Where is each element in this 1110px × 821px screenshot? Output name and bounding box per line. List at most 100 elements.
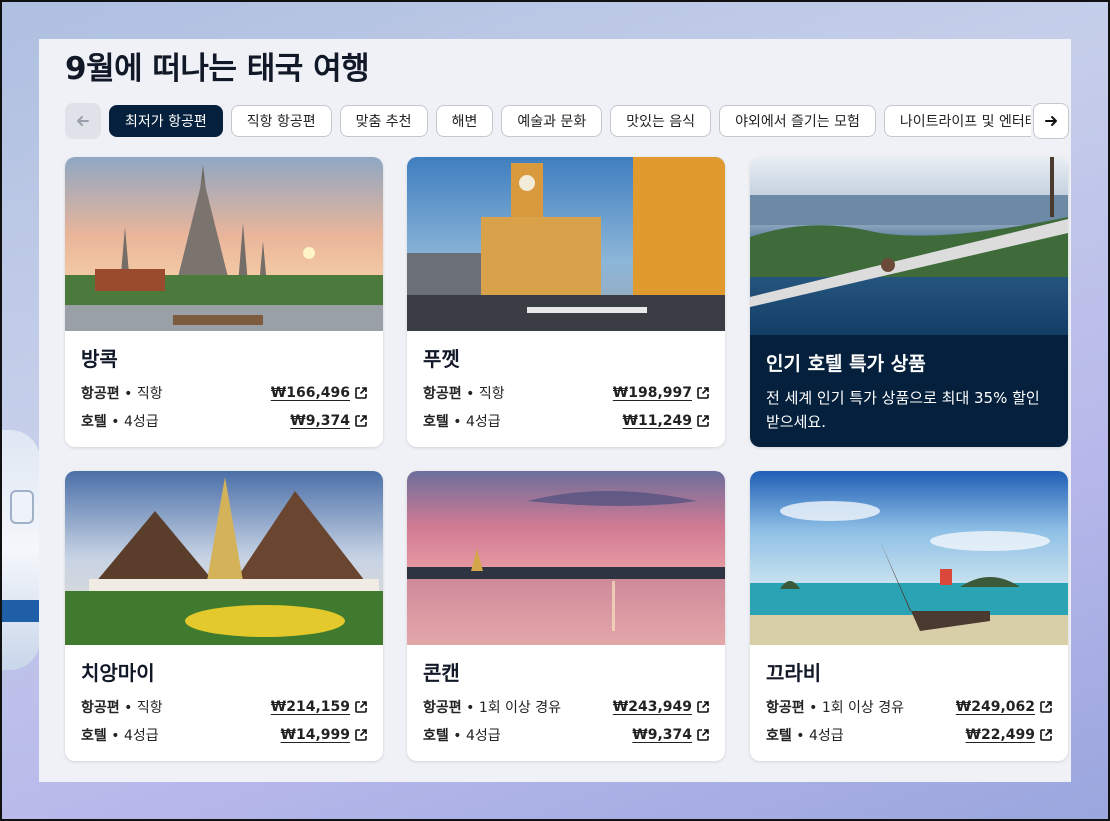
tab-beach[interactable]: 해변 <box>435 105 494 137</box>
arrow-right-icon <box>1045 116 1057 126</box>
hotel-price: ₩9,374 <box>632 727 692 743</box>
hotel-row: 호텔 • 4성급 ₩22,499 <box>766 721 1052 749</box>
hotel-detail: 4성급 <box>465 414 501 430</box>
category-tabs: 최저가 항공편 직항 항공편 맞춤 추천 해변 예술과 문화 맛있는 음식 야외에서 즐기는… <box>65 103 1069 139</box>
hotel-price-link[interactable]: ₩22,499 <box>966 727 1052 743</box>
flight-detail: 직항 <box>136 386 163 402</box>
external-link-icon <box>697 387 709 399</box>
bangkok-photo <box>65 157 383 331</box>
external-link-icon <box>697 701 709 713</box>
airplane-window <box>10 490 34 524</box>
hotel-price-link[interactable]: ₩11,249 <box>623 413 709 429</box>
pool-photo <box>750 157 1068 335</box>
flight-label: 항공편 <box>423 700 462 716</box>
destination-card-khon-kaen[interactable]: 콘캔 항공편 • 1회 이상 경유 ₩243,949 호텔 • 4성급 ₩9,3… <box>407 471 725 761</box>
flight-row: 항공편 • 1회 이상 경유 ₩243,949 <box>423 693 709 721</box>
external-link-icon <box>697 415 709 427</box>
card-info: 푸껫 항공편 • 직항 ₩198,997 호텔 • 4성급 ₩11,249 <box>423 343 709 435</box>
flight-row: 항공편 • 1회 이상 경유 ₩249,062 <box>766 693 1052 721</box>
promo-title: 인기 호텔 특가 상품 <box>766 353 926 375</box>
hotel-detail: 4성급 <box>123 414 159 430</box>
tab-nightlife[interactable]: 나이트라이프 및 엔터테인먼트 <box>883 105 1031 137</box>
hotel-price: ₩9,374 <box>290 413 350 429</box>
promo-card-hotel-deals[interactable]: 인기 호텔 특가 상품 전 세계 인기 특가 상품으로 최대 35% 할인받으세… <box>750 157 1068 447</box>
card-info: 치앙마이 항공편 • 직항 ₩214,159 호텔 • 4성급 ₩14,999 <box>81 657 367 749</box>
tab-recommended[interactable]: 맞춤 추천 <box>339 105 428 137</box>
flight-row: 항공편 • 직항 ₩214,159 <box>81 693 367 721</box>
destination-card-bangkok[interactable]: 방콕 항공편 • 직항 ₩166,496 호텔 • 4성급 ₩9,374 <box>65 157 383 447</box>
tabs-next-button[interactable] <box>1033 103 1069 139</box>
hotel-label: 호텔 <box>81 728 107 744</box>
hotel-label: 호텔 <box>81 414 107 430</box>
flight-price-link[interactable]: ₩249,062 <box>956 699 1052 715</box>
destinations-panel: 9월에 떠나는 태국 여행 최저가 항공편 직항 항공편 맞춤 추천 해변 예술과 문화… <box>39 39 1071 782</box>
hotel-price-link[interactable]: ₩9,374 <box>290 413 367 429</box>
tab-outdoor[interactable]: 야외에서 즐기는 모험 <box>719 105 876 137</box>
airplane-background <box>0 430 40 670</box>
tab-arts-culture[interactable]: 예술과 문화 <box>501 105 603 137</box>
khon-kaen-photo <box>407 471 725 645</box>
hotel-label: 호텔 <box>423 414 449 430</box>
city-name: 치앙마이 <box>81 661 155 685</box>
hotel-detail: 4성급 <box>465 728 501 744</box>
flight-label: 항공편 <box>423 386 462 402</box>
external-link-icon <box>355 701 367 713</box>
tabs-prev-button[interactable] <box>65 103 101 139</box>
external-link-icon <box>1040 701 1052 713</box>
arrow-left-icon <box>77 116 89 126</box>
flight-price-link[interactable]: ₩243,949 <box>613 699 709 715</box>
tab-cheapest-flights[interactable]: 최저가 항공편 <box>109 105 223 137</box>
city-name: 콘캔 <box>423 661 460 685</box>
phuket-photo <box>407 157 725 331</box>
flight-label: 항공편 <box>81 700 120 716</box>
airplane-stripe <box>0 600 40 622</box>
krabi-photo <box>750 471 1068 645</box>
tab-direct-flights[interactable]: 직항 항공편 <box>230 105 332 137</box>
card-info: 끄라비 항공편 • 1회 이상 경유 ₩249,062 호텔 • 4성급 ₩22… <box>766 657 1052 749</box>
flight-row: 항공편 • 직항 ₩166,496 <box>81 379 367 407</box>
page-title: 9월에 떠나는 태국 여행 <box>65 51 370 87</box>
hotel-row: 호텔 • 4성급 ₩9,374 <box>423 721 709 749</box>
flight-price-link[interactable]: ₩166,496 <box>271 385 367 401</box>
destination-card-chiang-mai[interactable]: 치앙마이 항공편 • 직항 ₩214,159 호텔 • 4성급 ₩14,999 <box>65 471 383 761</box>
destination-card-phuket[interactable]: 푸껫 항공편 • 직항 ₩198,997 호텔 • 4성급 ₩11,249 <box>407 157 725 447</box>
card-info: 방콕 항공편 • 직항 ₩166,496 호텔 • 4성급 ₩9,374 <box>81 343 367 435</box>
flight-price: ₩166,496 <box>270 385 350 401</box>
flight-price-link[interactable]: ₩214,159 <box>271 699 367 715</box>
tab-food[interactable]: 맛있는 음식 <box>610 105 712 137</box>
city-name: 방콕 <box>81 347 118 371</box>
hotel-label: 호텔 <box>766 728 792 744</box>
external-link-icon <box>697 729 709 741</box>
flight-price: ₩243,949 <box>612 699 692 715</box>
flight-price: ₩198,997 <box>612 385 692 401</box>
flight-row: 항공편 • 직항 ₩198,997 <box>423 379 709 407</box>
flight-label: 항공편 <box>766 700 805 716</box>
hotel-price: ₩22,499 <box>965 727 1035 743</box>
hotel-price: ₩11,249 <box>622 413 692 429</box>
external-link-icon <box>1040 729 1052 741</box>
city-name: 끄라비 <box>766 661 822 685</box>
flight-label: 항공편 <box>81 386 120 402</box>
hotel-detail: 4성급 <box>123 728 159 744</box>
hotel-price-link[interactable]: ₩14,999 <box>281 727 367 743</box>
hotel-price: ₩14,999 <box>280 727 350 743</box>
flight-price-link[interactable]: ₩198,997 <box>613 385 709 401</box>
tabs-track: 최저가 항공편 직항 항공편 맞춤 추천 해변 예술과 문화 맛있는 음식 야외에서 즐기는… <box>109 105 1031 137</box>
hotel-label: 호텔 <box>423 728 449 744</box>
flight-detail: 1회 이상 경유 <box>821 700 905 716</box>
hotel-row: 호텔 • 4성급 ₩11,249 <box>423 407 709 435</box>
external-link-icon <box>355 387 367 399</box>
hotel-row: 호텔 • 4성급 ₩9,374 <box>81 407 367 435</box>
hotel-price-link[interactable]: ₩9,374 <box>632 727 709 743</box>
promo-body: 인기 호텔 특가 상품 전 세계 인기 특가 상품으로 최대 35% 할인받으세… <box>750 335 1068 447</box>
flight-detail: 1회 이상 경유 <box>478 700 562 716</box>
flight-detail: 직항 <box>478 386 505 402</box>
card-info: 콘캔 항공편 • 1회 이상 경유 ₩243,949 호텔 • 4성급 ₩9,3… <box>423 657 709 749</box>
city-name: 푸껫 <box>423 347 460 371</box>
destination-card-krabi[interactable]: 끄라비 항공편 • 1회 이상 경유 ₩249,062 호텔 • 4성급 ₩22… <box>750 471 1068 761</box>
flight-price: ₩249,062 <box>955 699 1035 715</box>
flight-detail: 직항 <box>136 700 163 716</box>
hotel-detail: 4성급 <box>808 728 844 744</box>
chiang-mai-photo <box>65 471 383 645</box>
external-link-icon <box>355 729 367 741</box>
